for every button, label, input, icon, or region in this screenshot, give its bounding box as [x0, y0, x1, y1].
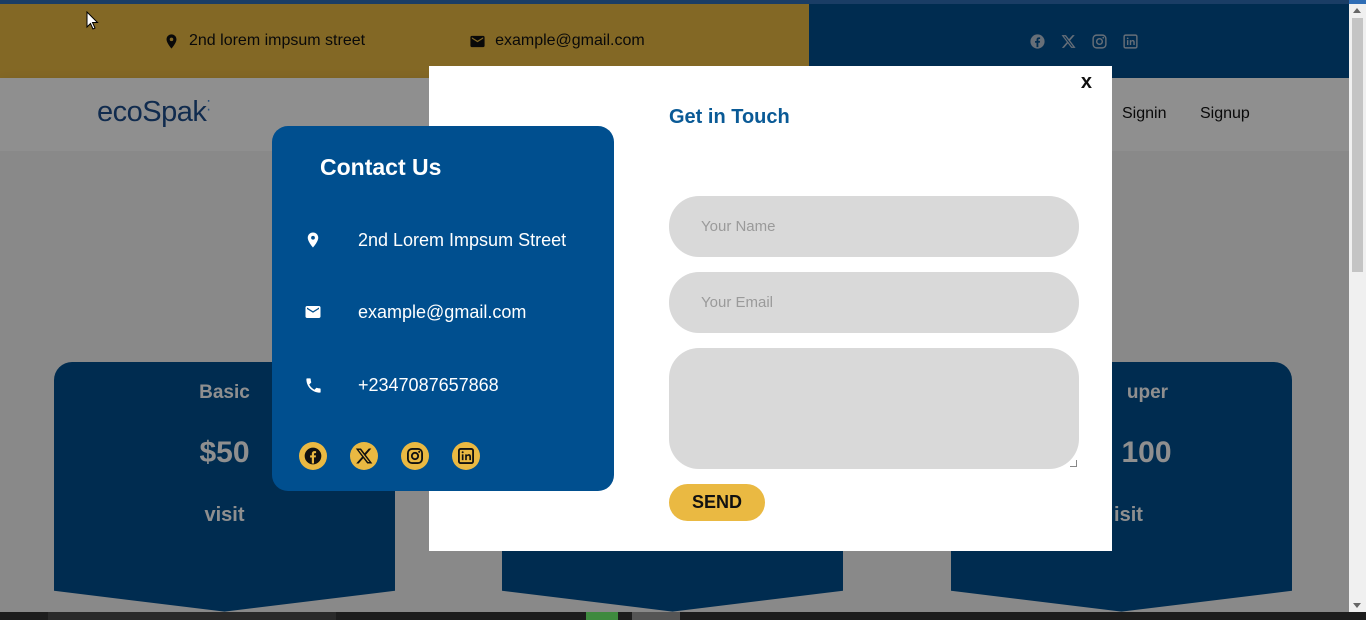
scroll-down-arrow-icon[interactable] — [1353, 603, 1361, 608]
instagram-icon[interactable] — [401, 442, 429, 470]
mail-icon — [302, 301, 324, 323]
scroll-up-arrow-icon[interactable] — [1353, 8, 1361, 13]
mouse-cursor-icon — [86, 11, 99, 30]
contact-email-row: example@gmail.com — [302, 301, 526, 323]
message-textarea[interactable] — [669, 348, 1079, 469]
page-scrollbar[interactable] — [1349, 4, 1366, 612]
send-button[interactable]: SEND — [669, 484, 765, 521]
contact-phone-text: +2347087657868 — [358, 374, 499, 395]
contact-address-row: 2nd Lorem Impsum Street — [302, 229, 566, 251]
name-input[interactable] — [669, 196, 1079, 257]
scroll-thumb[interactable] — [1352, 18, 1363, 272]
taskbar-app[interactable] — [632, 612, 680, 620]
contact-address-text: 2nd Lorem Impsum Street — [358, 229, 567, 250]
email-input[interactable] — [669, 272, 1079, 333]
taskbar-search[interactable] — [48, 612, 336, 620]
contact-us-card: Contact Us 2nd Lorem Impsum Street examp… — [272, 126, 614, 491]
modal-close-button[interactable]: x — [1081, 71, 1092, 94]
textarea-resize-handle[interactable] — [1070, 460, 1077, 467]
taskbar-app[interactable] — [586, 612, 618, 620]
phone-icon — [302, 374, 324, 396]
contact-phone-row: +2347087657868 — [302, 374, 499, 396]
contact-social-icons — [299, 442, 480, 470]
x-icon[interactable] — [350, 442, 378, 470]
linkedin-icon[interactable] — [452, 442, 480, 470]
contact-title: Contact Us — [320, 154, 442, 180]
modal-title: Get in Touch — [669, 106, 790, 128]
facebook-icon[interactable] — [299, 442, 327, 470]
contact-email-text: example@gmail.com — [358, 301, 527, 322]
os-taskbar — [0, 612, 1366, 620]
location-pin-icon — [302, 229, 324, 251]
